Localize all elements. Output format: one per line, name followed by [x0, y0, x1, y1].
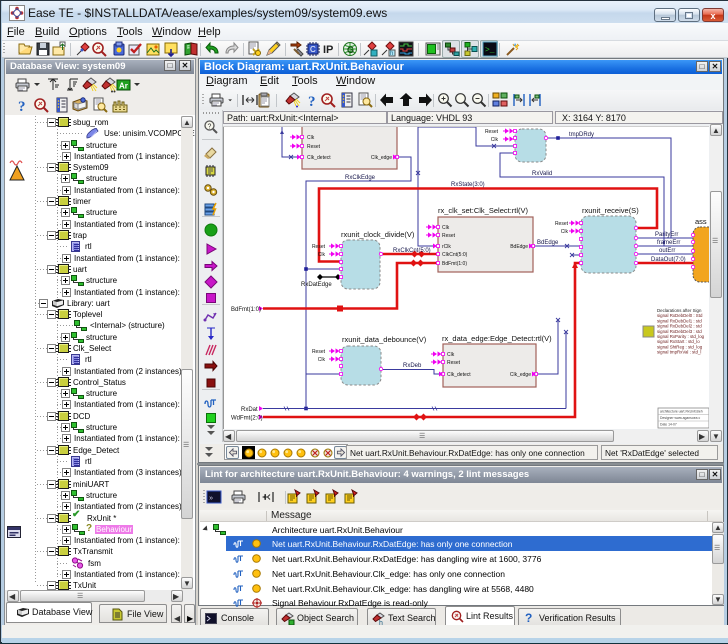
svg-text:C: C	[310, 45, 316, 54]
svg-text:tmpDRdy: tmpDRdy	[569, 132, 594, 138]
svg-text:signal tmpRxVal : std_l: signal tmpRxVal : std_l	[657, 350, 701, 355]
svg-text:WdFmt(2:0): WdFmt(2:0)	[231, 416, 263, 422]
svg-text:ClkCnt(5:0): ClkCnt(5:0)	[442, 252, 468, 258]
svg-text:Reset: Reset	[307, 144, 321, 150]
svg-text:Clk: Clk	[318, 252, 326, 258]
svg-text:Date 14-07: Date 14-07	[660, 423, 677, 427]
svg-text:?: ?	[308, 94, 316, 108]
svg-text:Clk: Clk	[447, 352, 455, 358]
svg-text:IP: IP	[323, 44, 333, 56]
svg-text:rClk: rClk	[442, 244, 451, 250]
svg-text:h: h	[390, 51, 393, 57]
svg-text:rx_clk_set:Clk_Select:rtl(V): rx_clk_set:Clk_Select:rtl(V)	[438, 206, 529, 215]
svg-text:BdEdge: BdEdge	[510, 244, 528, 250]
svg-text:Clk: Clk	[318, 357, 326, 363]
svg-text:Reset: Reset	[447, 360, 461, 366]
svg-text:RxClkCnt(5:0): RxClkCnt(5:0)	[393, 248, 431, 254]
svg-text:?: ?	[208, 124, 212, 131]
svg-text:»: »	[209, 495, 213, 503]
svg-text:BdEdge: BdEdge	[537, 240, 559, 246]
svg-text:outErr: outErr	[659, 248, 675, 254]
svg-text:Reset: Reset	[312, 349, 326, 355]
svg-text:RxState(3:0): RxState(3:0)	[451, 182, 485, 188]
svg-text:Reset: Reset	[442, 233, 456, 239]
svg-text:rxunit_data_debounce(V): rxunit_data_debounce(V)	[342, 335, 427, 344]
svg-text:Clk: Clk	[561, 229, 569, 235]
svg-text:Reset: Reset	[485, 129, 499, 135]
svg-text:RxClkEdge: RxClkEdge	[345, 175, 376, 181]
svg-text:Designer www.agansoea c: Designer www.agansoea c	[660, 416, 700, 420]
svg-text:architecture uart.RxUnit.Beh: architecture uart.RxUnit.Beh	[660, 410, 703, 414]
svg-text:Clk_detect: Clk_detect	[307, 155, 331, 161]
svg-text:Ar: Ar	[119, 82, 128, 91]
svg-text:Clk_edge: Clk_edge	[371, 155, 392, 161]
svg-text:Reset: Reset	[555, 221, 569, 227]
svg-text:RxDeb: RxDeb	[403, 363, 422, 369]
svg-text:RxDat: RxDat	[241, 407, 258, 413]
svg-text:rx_data_edge:Edge_Detect:rtl(V: rx_data_edge:Edge_Detect:rtl(V)	[442, 334, 552, 343]
svg-text:?: ?	[18, 99, 26, 113]
svg-text:Clk_detect: Clk_detect	[447, 372, 471, 378]
svg-text:RxValid: RxValid	[532, 171, 552, 177]
svg-text:BdFmt(1:0): BdFmt(1:0)	[442, 261, 467, 267]
svg-text:rxunit_clock_divide(V): rxunit_clock_divide(V)	[341, 230, 415, 239]
svg-text:G: G	[347, 45, 354, 55]
svg-text:Clk: Clk	[307, 135, 315, 141]
svg-text:Clk: Clk	[491, 137, 499, 143]
svg-text:frameErr: frameErr	[657, 240, 680, 246]
svg-text:Clk: Clk	[442, 225, 450, 231]
svg-text:RxDatEdge: RxDatEdge	[301, 282, 332, 288]
svg-text:Reset: Reset	[312, 244, 326, 250]
svg-text:BdFmt(1:0): BdFmt(1:0)	[231, 307, 261, 313]
svg-text:>_: >_	[485, 46, 495, 55]
svg-text:ass: ass	[695, 217, 707, 226]
svg-text:ParityErr: ParityErr	[655, 232, 678, 238]
svg-text:DataOut(7:0): DataOut(7:0)	[651, 257, 686, 263]
svg-text:Clk_edge: Clk_edge	[510, 372, 531, 378]
svg-text:rxunit_receive(S): rxunit_receive(S)	[582, 206, 639, 215]
